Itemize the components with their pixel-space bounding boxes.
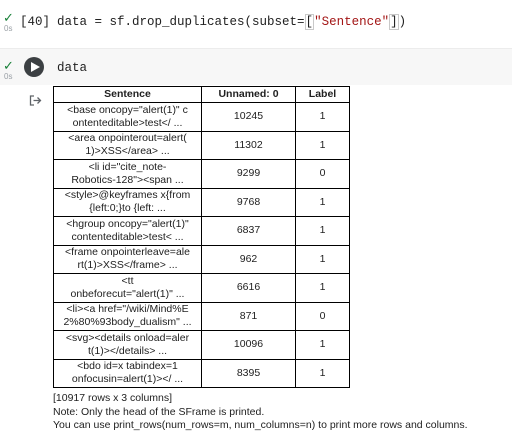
table-row: <base oncopy="alert(1)" c ontenteditable>… <box>53 102 350 132</box>
cell-status: ✓ 0s <box>3 11 14 33</box>
cell-unnamed: 9299 <box>201 159 296 189</box>
cell-sentence: <svg><details onload=aler t(1)></details>… <box>53 330 202 360</box>
cell-output: Sentence Unnamed: 0 Label <base oncopy="… <box>53 86 512 433</box>
table-row: <tt onbeforecut="alert(1)" ... 6616 1 <box>53 273 350 303</box>
sentence-line-2: onfocusin=alert(1)></ ... <box>71 373 184 386</box>
cell-sentence: <bdo id=x tabindex=1 onfocusin=alert(1)><… <box>53 358 202 388</box>
table-row: <hgroup oncopy="alert(1)" contenteditable… <box>53 216 350 246</box>
cell-sentence: <style>@keyframes x{from {left:0;}to {lef… <box>53 187 202 217</box>
print-rows-hint: You can use print_rows(num_rows=m, num_c… <box>53 419 468 431</box>
exec-time: 0s <box>4 24 13 33</box>
cell-unnamed: 9768 <box>201 187 296 217</box>
cell-unnamed: 8395 <box>201 358 296 388</box>
cell-label: 1 <box>295 244 350 274</box>
sentence-line-2: ontenteditable>test</ ... <box>72 116 183 129</box>
cell-label: 1 <box>295 216 350 246</box>
table-row: <style>@keyframes x{from {left:0;}to {lef… <box>53 187 350 217</box>
sentence-line-1: <frame onpointerleave=ale <box>65 246 190 259</box>
sentence-line-1: <tt <box>121 274 134 287</box>
sentence-line-1: <style>@keyframes x{from <box>64 189 191 202</box>
table-header-row: Sentence Unnamed: 0 Label <box>53 86 350 103</box>
cell-label: 1 <box>295 102 350 132</box>
cell-sentence: <hgroup oncopy="alert(1)" contenteditable… <box>53 216 202 246</box>
run-cell-button[interactable] <box>24 57 44 77</box>
cell-sentence: <base oncopy="alert(1)" c ontenteditable>… <box>53 102 202 132</box>
head-note: Note: Only the head of the SFrame is pri… <box>53 405 265 418</box>
cell-unnamed: 962 <box>201 244 296 274</box>
sentence-line-1: <li><a href="/wiki/Mind%E <box>66 303 189 316</box>
code-text: data = sf.drop_duplicates(subset= <box>57 15 305 29</box>
code-cell-2[interactable]: ✓ 0s data <box>0 48 512 85</box>
cell-unnamed: 871 <box>201 301 296 331</box>
cell-label: 1 <box>295 130 350 160</box>
row-count-summary: [10917 rows x 3 columns] <box>53 392 173 404</box>
header-sentence: Sentence <box>53 86 202 103</box>
cell-label: 1 <box>295 330 350 360</box>
header-label: Label <box>295 86 350 103</box>
sentence-line-1: <area onpointerout=alert( <box>68 132 187 145</box>
code-bracket-open: [ <box>304 14 315 30</box>
sentence-line-2: rt(1)>XSS</frame> ... <box>77 259 178 272</box>
code-bracket-close: ] <box>389 14 399 30</box>
code-string: "Sentence" <box>314 15 390 29</box>
code-text-suffix: ) <box>398 15 407 29</box>
table-row: <li><a href="/wiki/Mind%E 2%80%93body_dua… <box>53 301 350 331</box>
table-row: <li id="cite_note- Robotics-128"><span ..… <box>53 159 350 189</box>
execution-count: [40] <box>20 15 51 29</box>
play-icon <box>30 62 40 72</box>
code-editor[interactable]: data = sf.drop_duplicates(subset=["Sente… <box>57 14 407 30</box>
sentence-line-2: 2%80%93body_dualism" ... <box>63 316 192 329</box>
sentence-line-2: onbeforecut="alert(1)" ... <box>70 287 185 300</box>
sentence-line-2: 1)>XSS</area> ... <box>85 145 170 158</box>
header-unnamed-0: Unnamed: 0 <box>201 86 296 103</box>
cell-sentence: <area onpointerout=alert(1)>XSS</area> .… <box>53 130 202 160</box>
cell-label: 0 <box>295 159 350 189</box>
output-footer: [10917 rows x 3 columns] Note: Only the … <box>53 392 512 433</box>
cell-label: 0 <box>295 301 350 331</box>
sentence-line-1: <bdo id=x tabindex=1 <box>77 360 178 373</box>
sentence-line-2: contenteditable>test< ... <box>71 230 184 243</box>
sentence-line-1: <hgroup oncopy="alert(1)" <box>66 217 189 230</box>
checkmark-icon: ✓ <box>3 10 14 25</box>
cell-label: 1 <box>295 273 350 303</box>
cell-status: ✓ 0s <box>3 59 14 81</box>
cell-sentence: <li id="cite_note- Robotics-128"><span ..… <box>53 159 202 189</box>
sentence-line-1: <base oncopy="alert(1)" c <box>67 103 188 116</box>
cell-unnamed: 10245 <box>201 102 296 132</box>
sentence-line-2: Robotics-128"><span ... <box>71 173 184 186</box>
cell-label: 1 <box>295 187 350 217</box>
cell-label: 1 <box>295 358 350 388</box>
table-row: <svg><details onload=aler t(1)></details>… <box>53 330 350 360</box>
sframe-table: Sentence Unnamed: 0 Label <base oncopy="… <box>53 86 350 388</box>
cell-unnamed: 6837 <box>201 216 296 246</box>
sentence-line-2: t(1)></details> ... <box>87 344 168 357</box>
cell-unnamed: 11302 <box>201 130 296 160</box>
table-row: <area onpointerout=alert(1)>XSS</area> .… <box>53 130 350 160</box>
code-cell-1[interactable]: ✓ 0s [40] data = sf.drop_duplicates(subs… <box>0 0 512 46</box>
code-editor[interactable]: data <box>57 61 87 75</box>
cell-sentence: <li><a href="/wiki/Mind%E 2%80%93body_dua… <box>53 301 202 331</box>
table-row: <frame onpointerleave=ale rt(1)>XSS</fram… <box>53 244 350 274</box>
cell-sentence: <tt onbeforecut="alert(1)" ... <box>53 273 202 303</box>
cell-unnamed: 10096 <box>201 330 296 360</box>
table-row: <bdo id=x tabindex=1 onfocusin=alert(1)><… <box>53 358 350 388</box>
sentence-line-1: <li id="cite_note- <box>88 160 167 173</box>
sentence-line-2: {left:0;}to {left: ... <box>89 202 166 215</box>
exec-time: 0s <box>4 72 13 81</box>
checkmark-icon: ✓ <box>3 58 14 73</box>
cell-unnamed: 6616 <box>201 273 296 303</box>
cell-sentence: <frame onpointerleave=ale rt(1)>XSS</fram… <box>53 244 202 274</box>
sentence-line-1: <svg><details onload=aler <box>65 331 190 344</box>
output-arrow-icon[interactable] <box>29 93 42 111</box>
